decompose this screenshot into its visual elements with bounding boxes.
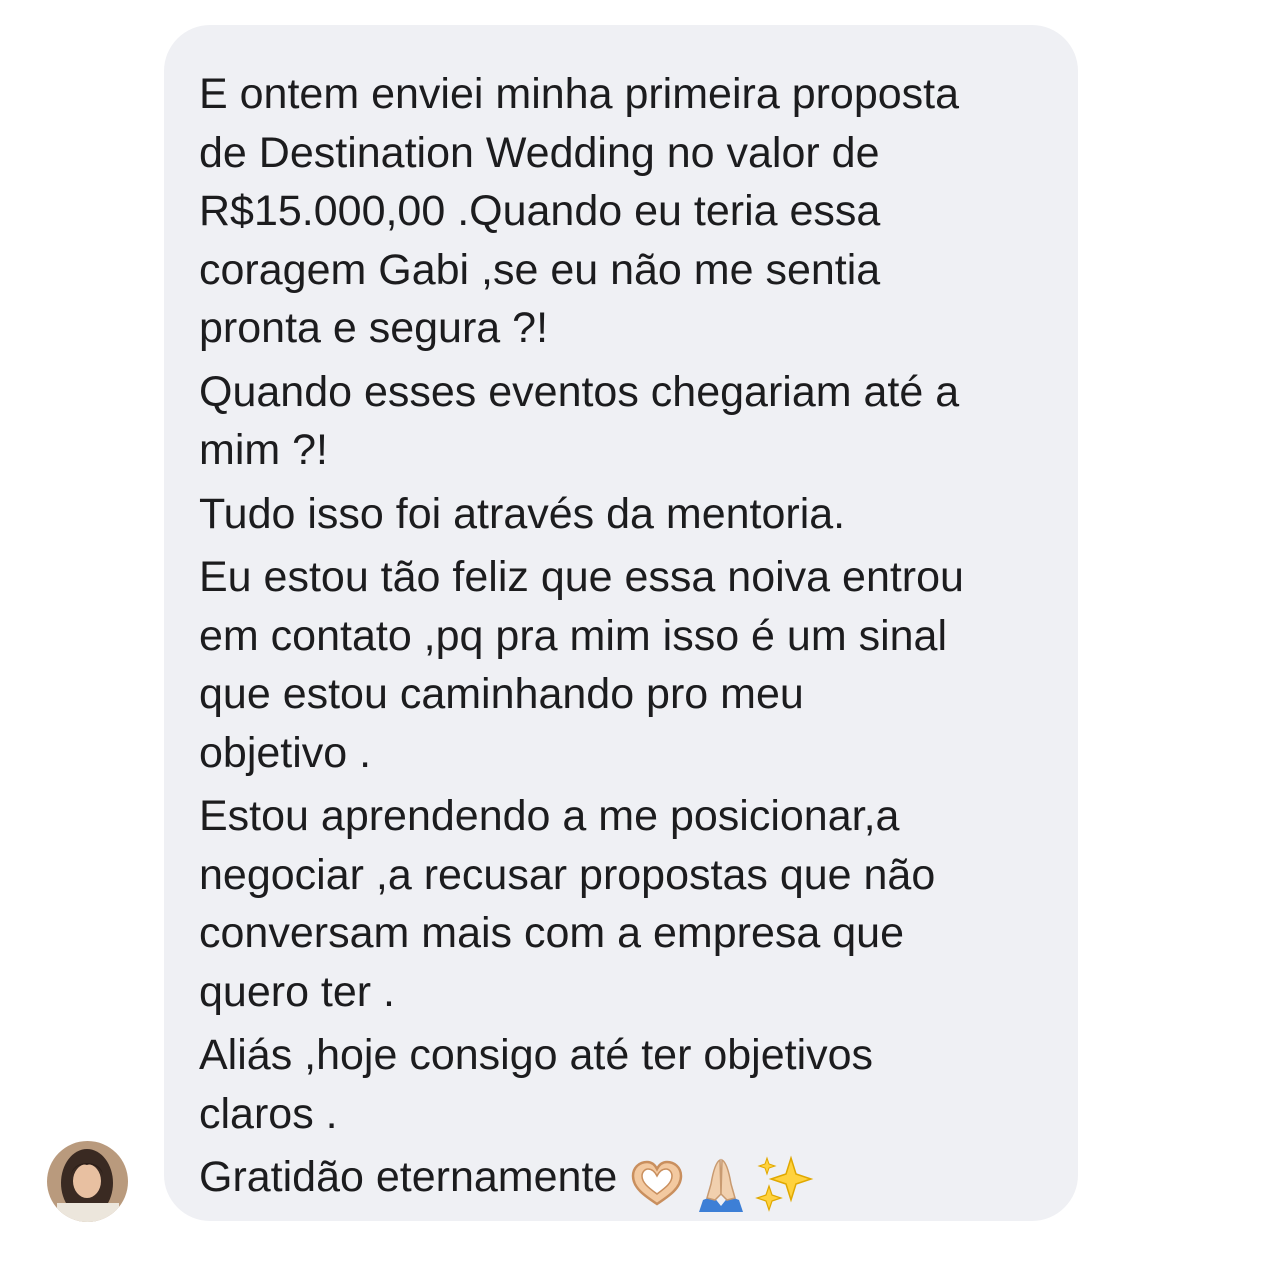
message-paragraph-1: E ontem enviei minha primeira proposta d… — [199, 70, 960, 352]
sparkles-icon — [755, 1155, 814, 1212]
message-paragraph-6: Aliás ,hoje consigo até ter objetivos cl… — [199, 1031, 874, 1138]
message-last-line-text: Gratidão eternamente — [199, 1153, 618, 1201]
emoji-group — [627, 1152, 819, 1214]
message-paragraph-3: Tudo isso foi através da mentoria. — [199, 489, 846, 538]
avatar[interactable] — [47, 1141, 128, 1222]
message-bubble[interactable]: E ontem enviei minha primeira proposta d… — [164, 25, 1078, 1221]
message-paragraph-5: Estou aprendendo a me posicionar,a negoc… — [199, 792, 936, 1016]
message-paragraph-4: Eu estou tão feliz que essa noiva entrou… — [199, 553, 964, 777]
heart-hands-icon — [632, 1160, 683, 1206]
message-paragraph-2: Quando esses eventos chegariam até a mim… — [199, 367, 960, 475]
avatar-image — [47, 1141, 128, 1222]
praying-hands-icon — [699, 1158, 744, 1212]
message-last-line: Gratidão eternamente — [199, 1148, 1058, 1214]
